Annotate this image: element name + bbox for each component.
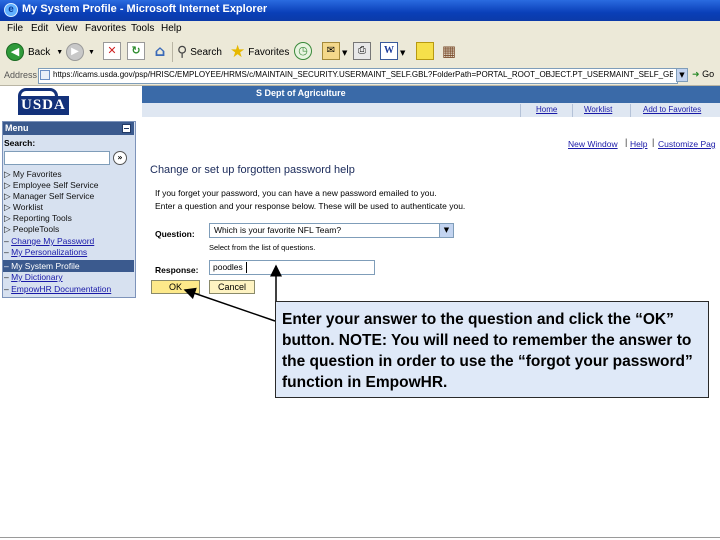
callout-arrows [183, 264, 282, 322]
bottom-divider [0, 537, 720, 538]
arrow-to-ok-icon [183, 287, 276, 322]
callout-text: Enter your answer to the question and cl… [282, 311, 693, 391]
